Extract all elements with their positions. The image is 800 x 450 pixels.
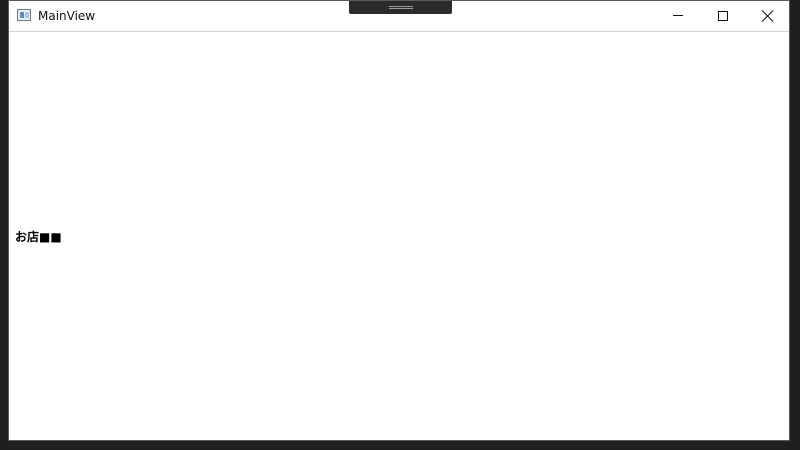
application-icon bbox=[17, 9, 31, 21]
window-title: MainView bbox=[38, 9, 96, 23]
shop-label: お店■■ bbox=[15, 230, 62, 244]
close-icon bbox=[760, 8, 776, 24]
main-window: MainView お店■■ bbox=[8, 0, 790, 441]
close-button[interactable] bbox=[745, 1, 789, 31]
maximize-icon bbox=[718, 11, 728, 21]
drag-handle[interactable] bbox=[349, 1, 452, 14]
minimize-button[interactable] bbox=[655, 1, 700, 31]
maximize-button[interactable] bbox=[700, 1, 745, 31]
minimize-icon bbox=[673, 15, 683, 16]
content-area: お店■■ bbox=[9, 32, 789, 440]
